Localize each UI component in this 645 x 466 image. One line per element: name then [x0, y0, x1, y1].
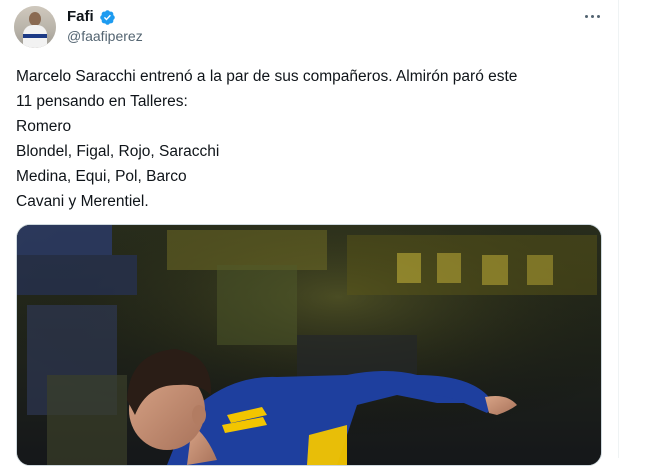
author-avatar[interactable]	[14, 6, 56, 48]
tweet-text: Marcelo Saracchi entrenó a la par de sus…	[16, 64, 606, 214]
author-name-row: Fafi	[67, 8, 116, 26]
tweet-text-line: 11 pensando en Talleres:	[16, 93, 188, 110]
tweet-text-line: Cavani y Merentiel.	[16, 193, 149, 210]
more-options-button[interactable]	[580, 6, 604, 26]
tweet-text-line: Marcelo Saracchi entrenó a la par de sus…	[16, 68, 518, 85]
tweet-media-photo[interactable]	[16, 224, 602, 466]
tweet-text-line: Medina, Equi, Pol, Barco	[16, 168, 187, 185]
timeline-divider	[618, 0, 619, 458]
player-photo	[17, 225, 601, 465]
more-horizontal-icon	[584, 14, 588, 18]
tweet-text-line: Romero	[16, 118, 72, 135]
tweet-text-line: Blondel, Figal, Rojo, Saracchi	[16, 143, 220, 160]
author-display-name[interactable]: Fafi	[67, 8, 94, 26]
tweet-card[interactable]: Fafi @faafiperez Marcelo Saracchi entren…	[0, 0, 618, 466]
author-handle[interactable]: @faafiperez	[67, 28, 143, 45]
verified-badge-icon	[99, 9, 115, 25]
